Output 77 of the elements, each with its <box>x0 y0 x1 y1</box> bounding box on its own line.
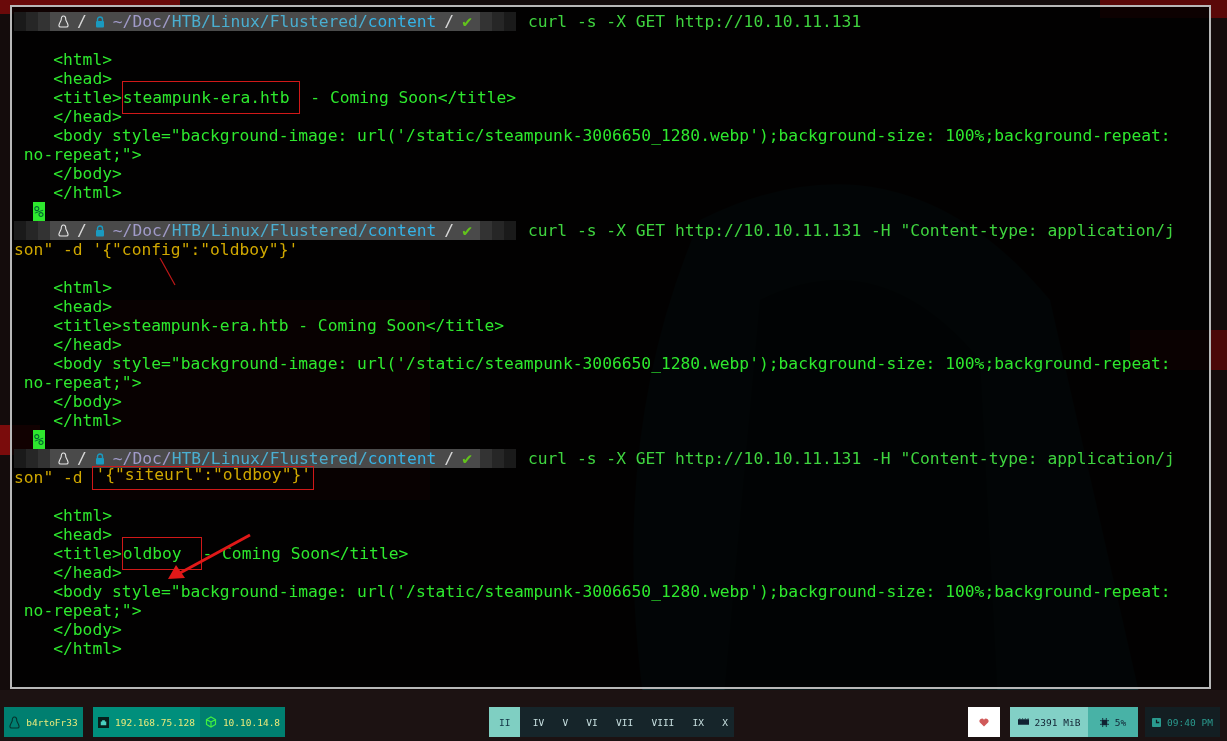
status-check: ✔ <box>462 221 472 240</box>
workspace-tab[interactable]: V <box>556 707 575 737</box>
output-text: - Coming Soon</title> <box>202 544 409 563</box>
output-text: <html> <box>52 278 113 297</box>
output-text: </head> <box>52 335 122 354</box>
highlighted-text: steampunk-era.htb <box>121 81 301 114</box>
penguin-icon <box>58 224 69 237</box>
user-name: b4rtoFr33 <box>26 716 78 728</box>
workspace-tab[interactable]: X <box>716 707 734 737</box>
output-text: <head> <box>52 69 113 88</box>
output-text: </head> <box>52 107 122 126</box>
output-text: </body> <box>52 620 122 639</box>
prompt-end-mark: % <box>33 430 45 449</box>
highlighted-text: oldboy <box>121 537 203 570</box>
output-text: </html> <box>52 639 122 658</box>
memory-icon <box>1017 718 1029 726</box>
command-text: curl -s -X GET http://10.10.11.131 <box>527 12 862 31</box>
command-text: curl -s -X GET http://10.10.11.131 -H "Content-type: application/j <box>527 221 1175 240</box>
workspace-tab[interactable]: VI <box>580 707 604 737</box>
heart-button[interactable] <box>968 707 1000 737</box>
status-check: ✔ <box>462 449 472 468</box>
workspace-tab[interactable]: VIII <box>645 707 681 737</box>
output-text: <title> <box>52 544 122 563</box>
output-text: <title> <box>52 88 122 107</box>
highlighted-text: '{"siteurl":"oldboy"}' <box>92 465 315 490</box>
clock-time: 09:40 PM <box>1167 716 1213 728</box>
prompt-separator: / <box>444 12 455 31</box>
prompt-end-mark: % <box>33 202 45 221</box>
output-text: <head> <box>52 525 113 544</box>
cube-icon <box>204 716 217 728</box>
output-text: - Coming Soon</title> <box>309 88 517 107</box>
prompt-path: ~/Doc/HTB/Linux/Flustered/content <box>112 221 437 240</box>
output-text: <html> <box>52 506 113 525</box>
prompt-path: ~/Doc/HTB/Linux/Flustered/content <box>112 449 437 468</box>
output-text: <html> <box>52 50 113 69</box>
output-text: <body style="background-image: url('/static/steampunk-3006650_1280.webp');background-size: 100%;background-repeat: <box>52 126 1171 145</box>
output-text: no-repeat;"> <box>22 145 142 164</box>
penguin-icon <box>9 715 21 729</box>
output-text: <body style="background-image: url('/static/steampunk-3006650_1280.webp');background-size: 100%;background-repeat: <box>52 582 1171 601</box>
memory-usage: 2391 MiB <box>1034 716 1081 728</box>
output-text: </html> <box>52 411 122 430</box>
penguin-icon <box>58 452 69 465</box>
command-text: son" -d '{"config":"oldboy"}' <box>14 240 299 259</box>
output-text: <head> <box>52 297 113 316</box>
prompt-separator: / <box>77 12 87 31</box>
local-ip: 192.168.75.128 <box>114 716 196 728</box>
prompt-separator: / <box>444 221 455 240</box>
cpu-usage: 5% <box>1114 716 1127 728</box>
prompt-separator: / <box>77 221 87 240</box>
lock-icon <box>94 224 105 237</box>
output-text: </body> <box>52 164 122 183</box>
workspace-tab[interactable]: IV <box>526 707 551 737</box>
output-text: no-repeat;"> <box>22 373 142 392</box>
vpn-ip: 10.10.14.8 <box>222 716 281 728</box>
leader-line <box>159 257 176 286</box>
output-text: </html> <box>52 183 122 202</box>
penguin-icon <box>58 15 69 28</box>
lock-icon <box>94 452 105 465</box>
output-text: </body> <box>52 392 122 411</box>
cpu-icon <box>1099 717 1109 727</box>
lock-icon <box>94 15 105 28</box>
prompt-separator: / <box>77 449 87 468</box>
output-text: no-repeat;"> <box>22 601 142 620</box>
command-text: son" -d <box>14 468 84 487</box>
ethernet-icon <box>97 716 109 728</box>
workspace-tab[interactable]: IX <box>686 707 710 737</box>
output-text: </head> <box>52 563 122 582</box>
output-text: <title>steampunk-era.htb - Coming Soon</title> <box>52 316 505 335</box>
prompt-separator: / <box>444 449 455 468</box>
heart-icon <box>979 717 989 727</box>
clock-icon <box>1152 717 1162 727</box>
command-text: curl -s -X GET http://10.10.11.131 -H "Content-type: application/j <box>527 449 1175 468</box>
prompt-path: ~/Doc/HTB/Linux/Flustered/content <box>112 12 437 31</box>
output-text: <body style="background-image: url('/static/steampunk-3006650_1280.webp');background-size: 100%;background-repeat: <box>52 354 1171 373</box>
status-check: ✔ <box>462 12 472 31</box>
workspace-tab[interactable]: II <box>489 707 521 737</box>
workspace-tab[interactable]: VII <box>610 707 640 737</box>
